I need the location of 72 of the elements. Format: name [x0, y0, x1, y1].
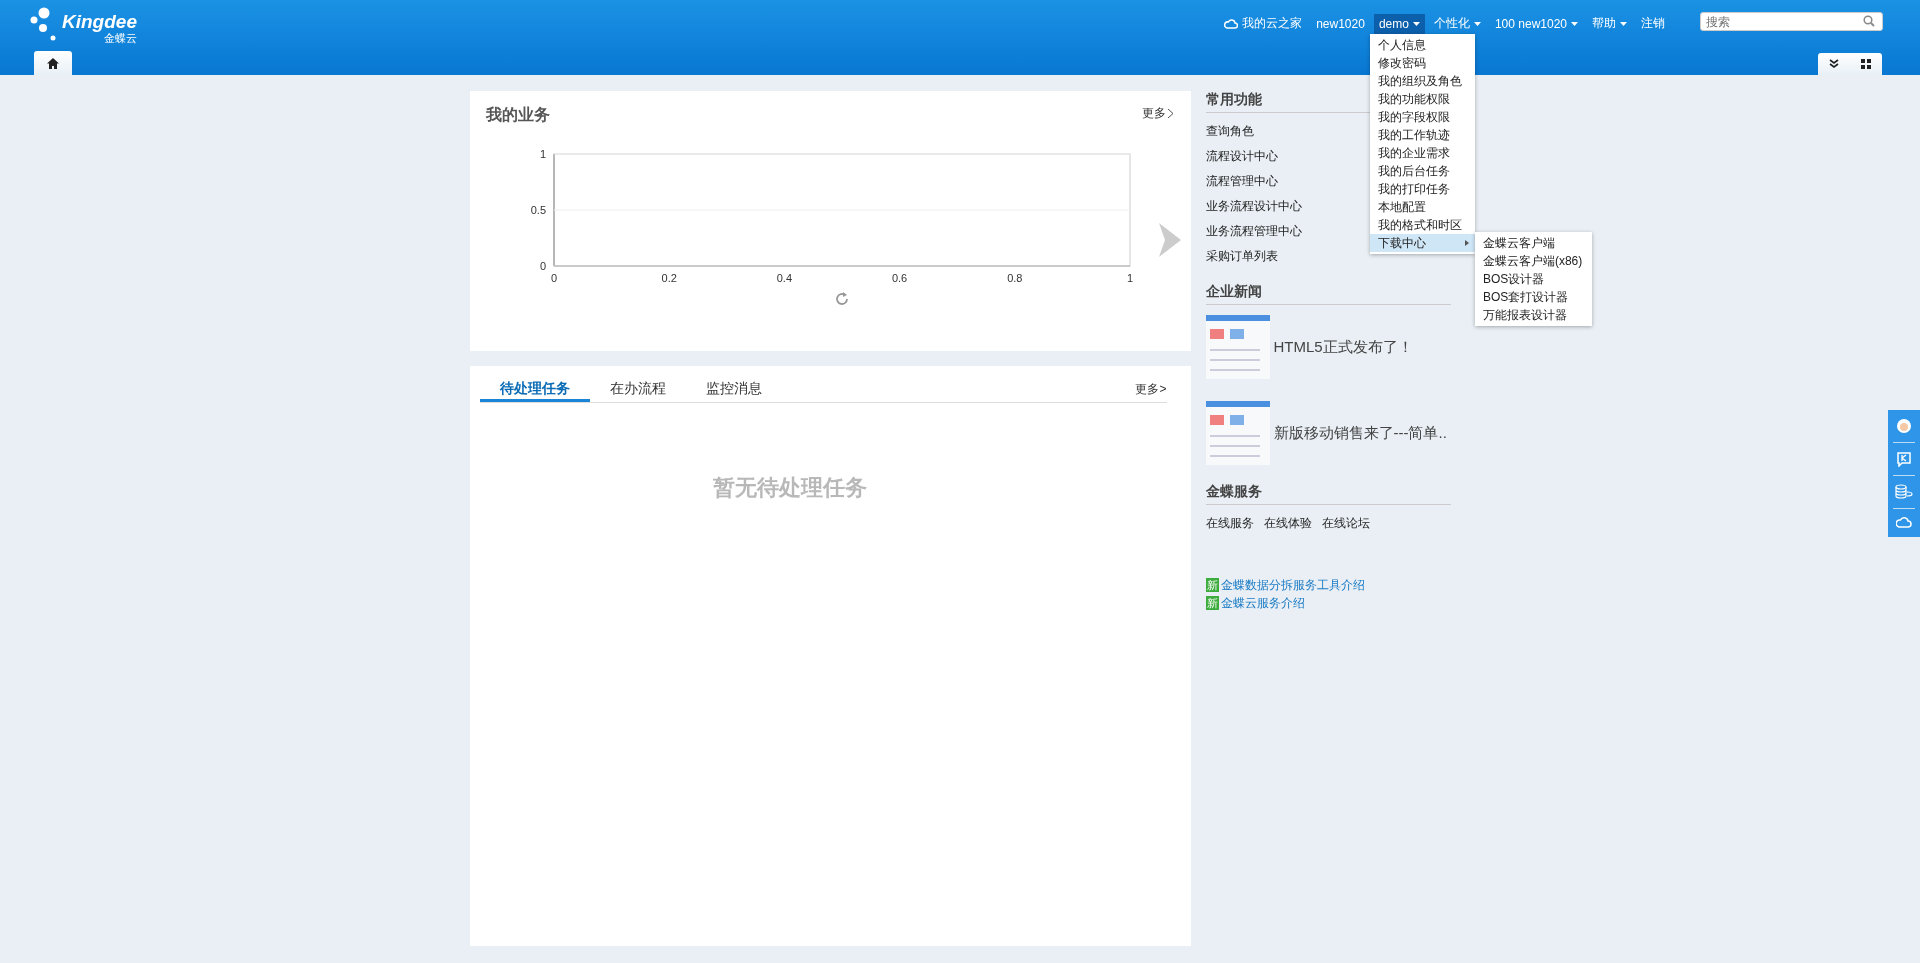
notice-link[interactable]: 金蝶云服务介绍 [1220, 594, 1305, 612]
submenu-item[interactable]: BOS设计器 [1474, 269, 1592, 288]
home-icon [47, 57, 59, 69]
submenu-item[interactable]: 万能报表设计器 [1474, 305, 1592, 324]
nav-menu-item[interactable]: new1020 [1311, 13, 1370, 34]
x-tick-label: 1 [1126, 272, 1133, 284]
caret-icon [1571, 21, 1578, 26]
logo-wordmark: Kingdee [62, 12, 137, 32]
logo-subtitle: 金蝶云 [103, 32, 137, 44]
menu-item[interactable]: 修改密码 [1369, 53, 1475, 72]
y-tick-label: 0.5 [530, 204, 546, 216]
refresh-icon[interactable] [835, 292, 848, 305]
grid-icon [1861, 59, 1871, 69]
tab[interactable]: 在办流程 [589, 378, 686, 402]
menu-item[interactable]: 我的打印任务 [1369, 179, 1475, 198]
search-icon[interactable] [1863, 15, 1875, 27]
y-tick-label: 1 [539, 148, 546, 160]
menu-item[interactable]: 我的字段权限 [1369, 107, 1475, 126]
caret-icon [1412, 21, 1420, 26]
submenu-item[interactable]: 金蝶云客户端 [1474, 233, 1592, 252]
notice-link[interactable]: 金蝶数据分拆服务工具介绍 [1220, 576, 1365, 594]
nav-menu-item[interactable]: 100 new1020 [1489, 13, 1583, 34]
caret-icon [1473, 21, 1481, 26]
empty-message: 暂无待处理任务 [712, 473, 868, 502]
service-link[interactable]: 在线服务 [1205, 511, 1254, 536]
service-link[interactable]: 在线论坛 [1321, 511, 1370, 536]
cloud-icon[interactable] [1896, 517, 1912, 529]
menu-item[interactable]: 本地配置 [1369, 197, 1475, 216]
menu-item[interactable]: 我的后台任务 [1369, 161, 1475, 180]
x-tick-label: 0.4 [776, 272, 792, 284]
coins-icon[interactable] [1895, 484, 1913, 500]
submenu-item[interactable]: 金蝶云客户端(x86) [1474, 251, 1592, 270]
section-title: 企业新闻 [1205, 283, 1451, 305]
tab[interactable]: 待处理任务 [479, 378, 590, 402]
x-tick-label: 0.2 [661, 272, 677, 284]
cloud-icon [1224, 17, 1239, 30]
new-badge: 新 [1205, 596, 1219, 610]
menu-item[interactable]: 我的格式和时区 [1369, 215, 1475, 234]
y-tick-label: 0 [539, 260, 546, 272]
service-link[interactable]: 在线体验 [1263, 511, 1312, 536]
menu-item[interactable]: 我的工作轨迹 [1369, 125, 1475, 144]
more-link[interactable]: 更多 [1141, 105, 1173, 122]
nav-menu-item[interactable]: 注销 [1636, 12, 1670, 35]
home-tab[interactable] [34, 51, 72, 75]
menu-item[interactable]: 下载中心 [1369, 233, 1475, 252]
news-title[interactable]: 新版移动销售来了---简单.. [1273, 423, 1447, 443]
nav-menu-item[interactable]: 帮助 [1587, 12, 1632, 35]
news-title[interactable]: HTML5正式发布了！ [1273, 337, 1413, 357]
menu-item[interactable]: 我的功能权限 [1369, 89, 1475, 108]
nav-menu-item[interactable]: 我的云之家 [1219, 12, 1308, 35]
chevron-right-icon [1167, 109, 1173, 118]
caret-icon [1620, 21, 1627, 26]
nav-menu-item[interactable]: 个性化 [1428, 12, 1486, 35]
chat-icon[interactable] [1896, 451, 1912, 467]
thumbnail-image [1205, 315, 1270, 379]
double-chevron-icon [1829, 59, 1839, 69]
more-link[interactable]: 更多> [1135, 381, 1167, 402]
x-tick-label: 0.6 [891, 272, 907, 284]
thumbnail-image [1205, 401, 1270, 465]
card-title: 我的业务 [485, 105, 550, 126]
menu-item[interactable]: 我的组织及角色 [1369, 71, 1475, 90]
new-badge: 新 [1205, 578, 1219, 592]
menu-item[interactable]: 我的企业需求 [1369, 143, 1475, 162]
x-tick-label: 0.8 [1006, 272, 1022, 284]
x-tick-label: 0 [550, 272, 557, 284]
menu-item[interactable]: 个人信息 [1369, 35, 1475, 54]
search-field[interactable]: 搜索 [1700, 12, 1883, 31]
section-title: 金蝶服务 [1205, 483, 1451, 505]
avatar-icon[interactable] [1896, 418, 1912, 434]
next-arrow-icon[interactable] [1158, 223, 1181, 257]
tab[interactable]: 监控消息 [685, 378, 782, 402]
submenu-item[interactable]: BOS套打设计器 [1474, 287, 1592, 306]
